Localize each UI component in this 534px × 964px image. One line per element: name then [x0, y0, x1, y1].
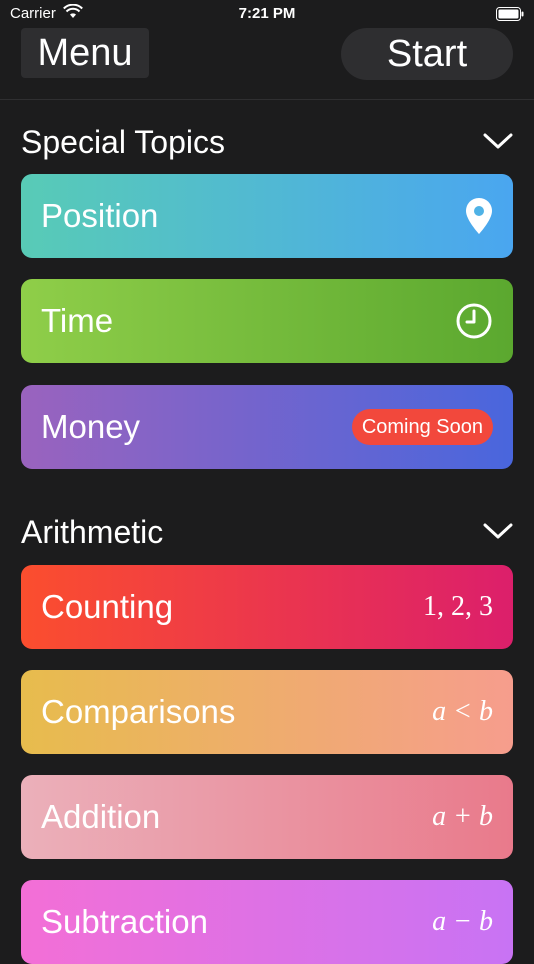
formula-wrap: a − b — [432, 880, 493, 964]
card-label: Counting — [41, 588, 174, 625]
topic-card-addition[interactable]: Addition a + b — [21, 775, 513, 859]
card-label: Comparisons — [41, 693, 236, 730]
topic-card-money[interactable]: Money Coming Soon — [21, 385, 513, 469]
section-header-arithmetic[interactable]: Arithmetic — [21, 512, 513, 552]
card-label: Addition — [41, 798, 161, 835]
formula-text: a < b — [432, 696, 493, 727]
coming-soon-badge: Coming Soon — [351, 409, 493, 445]
nav-bar: Menu Start — [0, 28, 534, 100]
card-label: Time — [41, 302, 114, 339]
formula-wrap: a < b — [432, 670, 493, 754]
topic-card-time[interactable]: Time — [21, 279, 513, 363]
section-header-special-topics[interactable]: Special Topics — [21, 122, 513, 162]
section-title: Arithmetic — [21, 514, 164, 550]
section-title: Special Topics — [21, 124, 225, 160]
topic-card-counting[interactable]: Counting 1, 2, 3 — [21, 565, 513, 649]
topic-card-position[interactable]: Position — [21, 174, 513, 258]
topic-card-subtraction[interactable]: Subtraction a − b — [21, 880, 513, 964]
chevron-down-icon[interactable] — [483, 522, 513, 545]
status-bar: Carrier 7:21 PM — [0, 0, 534, 28]
card-label: Money — [41, 408, 141, 445]
battery-icon — [496, 7, 524, 25]
formula-text: a − b — [432, 906, 493, 937]
formula-wrap: a + b — [432, 775, 493, 859]
clock-icon — [455, 279, 493, 363]
card-label: Subtraction — [41, 903, 208, 940]
formula-text: a + b — [432, 801, 493, 832]
location-pin-icon — [465, 174, 493, 258]
badge-wrap: Coming Soon — [351, 385, 493, 469]
card-label: Position — [41, 197, 159, 234]
status-time: 7:21 PM — [238, 5, 296, 22]
topic-card-comparisons[interactable]: Comparisons a < b — [21, 670, 513, 754]
menu-button[interactable]: Menu — [21, 28, 149, 78]
formula-text: 1, 2, 3 — [423, 591, 493, 622]
chevron-down-icon[interactable] — [483, 132, 513, 155]
start-button[interactable]: Start — [341, 28, 513, 80]
formula-wrap: 1, 2, 3 — [423, 565, 493, 649]
